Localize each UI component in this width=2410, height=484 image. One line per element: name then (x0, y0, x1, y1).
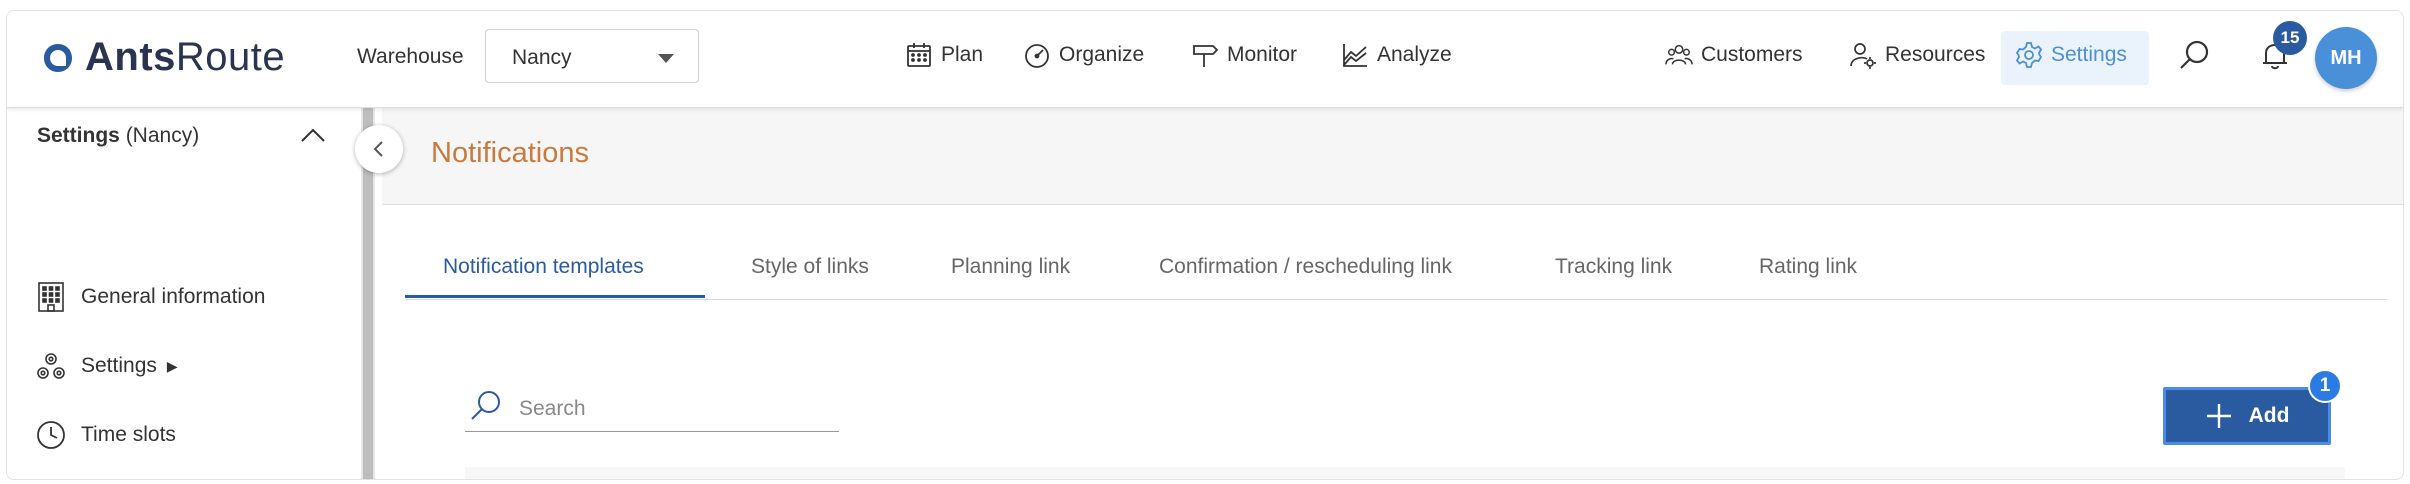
cogs-icon (37, 353, 65, 379)
plus-icon (2206, 404, 2231, 428)
sidebar-item-label: Settings (81, 354, 157, 377)
clock-icon (37, 421, 65, 449)
nav-organize[interactable]: Organize (1023, 41, 1144, 69)
chevron-left-icon (373, 141, 383, 157)
nav-organize-label: Organize (1059, 43, 1145, 66)
app-window: AntsRoute Warehouse Nancy Plan Organize … (6, 10, 2404, 480)
sidebar-item-settings[interactable]: Settings ▶ (35, 350, 178, 382)
notification-count-badge: 15 (2273, 21, 2307, 55)
logo[interactable]: AntsRoute (41, 35, 285, 80)
chevron-up-icon[interactable] (299, 125, 327, 145)
active-tab-indicator (405, 295, 705, 298)
search-box[interactable] (465, 387, 839, 432)
nav-settings-label: Settings (2051, 43, 2127, 66)
nav-customers[interactable]: Customers (1665, 41, 1803, 69)
building-icon (38, 282, 64, 312)
tab-rating-link[interactable]: Rating link (1759, 255, 1857, 279)
brand-name: AntsRoute (85, 35, 286, 79)
page-title: Notifications (431, 137, 589, 169)
sidebar-item-label: Time slots (81, 423, 176, 446)
calendar-icon (907, 43, 931, 67)
warehouse-label: Warehouse (357, 45, 464, 68)
add-button[interactable]: Add (2163, 387, 2331, 445)
warehouse-value: Nancy (512, 46, 572, 69)
tab-notification-templates[interactable]: Notification templates (443, 255, 644, 279)
sidebar-item-label: General information (81, 285, 266, 308)
sidebar-item-general-information[interactable]: General information (35, 281, 265, 313)
speedometer-icon (1025, 44, 1049, 68)
nav-analyze[interactable]: Analyze (1341, 41, 1452, 69)
nav-resources[interactable]: Resources (1849, 41, 1985, 69)
nav-settings[interactable]: Settings (2015, 41, 2127, 69)
page-header (382, 108, 2403, 205)
nav-plan[interactable]: Plan (905, 41, 983, 69)
gear-icon (2015, 42, 2043, 68)
tab-tracking-link[interactable]: Tracking link (1555, 255, 1672, 279)
area-chart-icon (1343, 44, 1367, 67)
tab-bar: Notification templates Style of links Pl… (405, 237, 2387, 300)
search-input[interactable] (517, 393, 821, 425)
tab-planning-link[interactable]: Planning link (951, 255, 1070, 279)
nav-monitor[interactable]: Monitor (1191, 41, 1297, 69)
signpost-icon (1193, 45, 1219, 67)
add-step-badge: 1 (2308, 369, 2342, 403)
add-button-label: Add (2248, 404, 2290, 427)
tab-confirmation-rescheduling-link[interactable]: Confirmation / rescheduling link (1159, 255, 1452, 279)
avatar[interactable]: MH (2315, 27, 2377, 89)
tab-style-of-links[interactable]: Style of links (751, 255, 869, 279)
search-icon (471, 391, 500, 420)
nav-monitor-label: Monitor (1227, 43, 1298, 66)
sidebar-section-title[interactable]: Settings (Nancy) (37, 124, 199, 148)
top-bar: AntsRoute Warehouse Nancy Plan Organize … (7, 11, 2403, 108)
collapse-sidebar-button[interactable] (355, 125, 403, 173)
submenu-arrow-icon: ▶ (166, 357, 178, 374)
nav-plan-label: Plan (941, 43, 984, 66)
search-icon[interactable] (2177, 37, 2213, 73)
dropdown-caret-icon (658, 54, 674, 63)
warehouse-select[interactable]: Nancy (485, 29, 699, 83)
nav-analyze-label: Analyze (1377, 43, 1452, 66)
nav-resources-label: Resources (1885, 43, 1986, 66)
nav-customers-label: Customers (1701, 43, 1803, 66)
antsroute-logo-icon (44, 43, 72, 72)
sidebar-item-time-slots[interactable]: Time slots (35, 419, 176, 451)
table-header-strip (465, 467, 2345, 479)
customers-icon (1665, 44, 1693, 65)
user-gear-icon (1850, 43, 1876, 69)
